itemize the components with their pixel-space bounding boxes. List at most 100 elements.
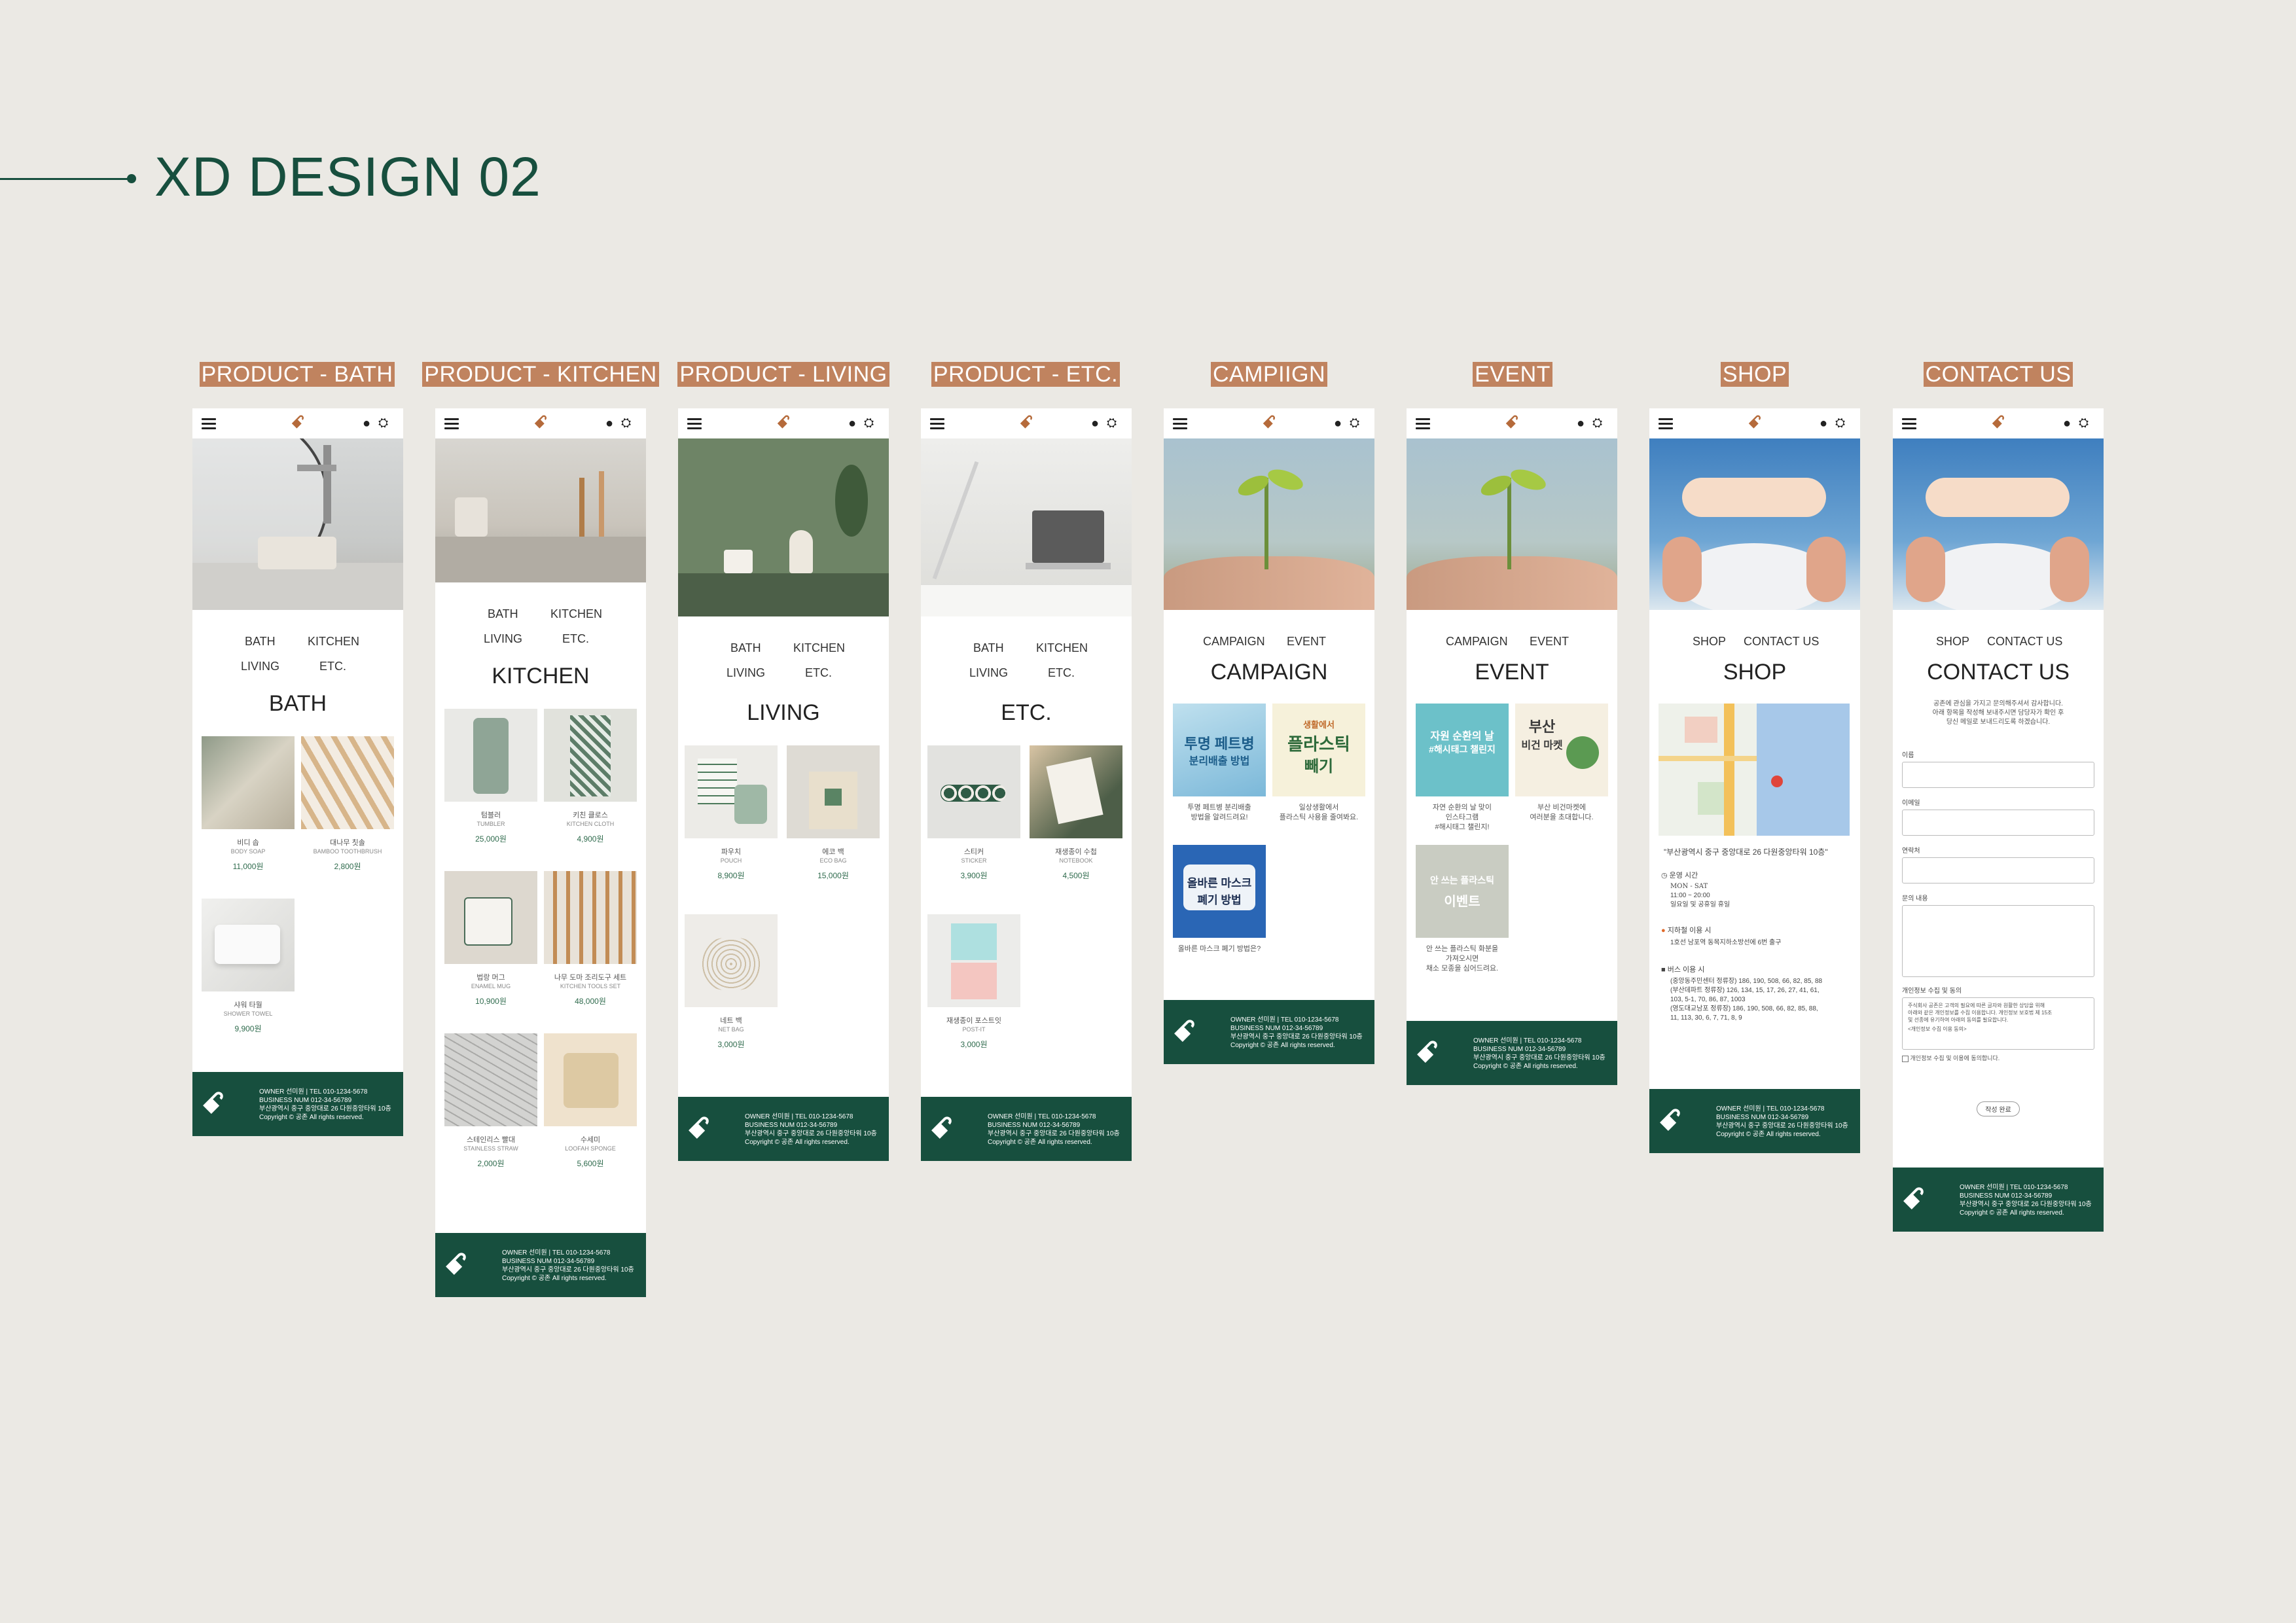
hamburger-icon[interactable]: [687, 418, 702, 429]
product-en: SHOWER TOWEL: [223, 1010, 273, 1017]
product-price: 15,000원: [817, 871, 849, 880]
cat-bath[interactable]: BATH: [245, 635, 276, 649]
basket-icon[interactable]: ⛭: [378, 417, 393, 430]
shop-map[interactable]: [1659, 704, 1860, 836]
hamburger-icon[interactable]: [202, 418, 216, 429]
product-card[interactable]: 네트 백 NET BAG 3,000원: [685, 914, 778, 1050]
cat-living[interactable]: LIVING: [969, 666, 1008, 680]
person-icon[interactable]: ●: [1091, 417, 1103, 430]
product-card[interactable]: 파우치 POUCH 8,900원: [685, 745, 778, 881]
poster-caption: 안 쓰는 플라스틱 화분을 가져오시면 채소 모종을 심어드려요.: [1426, 945, 1499, 972]
person-icon[interactable]: ●: [605, 417, 617, 430]
logo-icon[interactable]: ꗃ: [524, 412, 557, 434]
person-icon[interactable]: ●: [848, 417, 860, 430]
person-icon[interactable]: ●: [1334, 417, 1346, 430]
cat-etc[interactable]: ETC.: [319, 660, 346, 673]
nav-campaign[interactable]: CAMPAIGN: [1446, 635, 1508, 649]
product-card[interactable]: 재생종이 수첩 NOTEBOOK 4,500원: [1030, 745, 1122, 881]
person-icon[interactable]: ●: [1577, 417, 1588, 430]
product-card[interactable]: 스티커 STICKER 3,900원: [927, 745, 1020, 881]
basket-icon[interactable]: ⛭: [621, 417, 636, 430]
product-card[interactable]: 재생종이 포스트잇 POST-IT 3,000원: [927, 914, 1020, 1050]
product-card[interactable]: 스테인리스 빨대 STAINLESS STRAW 2,000원: [444, 1033, 537, 1169]
campaign-card[interactable]: 투명 페트병 분리배출 방법 투명 페트병 분리배출 방법을 알려드려요!: [1173, 704, 1266, 823]
cat-bath[interactable]: BATH: [973, 641, 1004, 655]
logo-icon[interactable]: ꗃ: [767, 412, 800, 434]
logo-icon[interactable]: ꗃ: [1738, 412, 1771, 434]
hero-image: [435, 438, 646, 582]
product-name: 샤워 타월: [234, 1001, 262, 1009]
event-card[interactable]: 부산 비건 마켓 부산 비건마켓에 여러분을 초대합니다.: [1515, 704, 1608, 823]
nav-contact[interactable]: CONTACT US: [1987, 635, 2062, 649]
nav-event[interactable]: EVENT: [1287, 635, 1326, 649]
person-icon[interactable]: ●: [1820, 417, 1831, 430]
product-en: TUMBLER: [476, 821, 505, 827]
person-icon[interactable]: ●: [363, 417, 374, 430]
poster-caption: 부산 비건마켓에 여러분을 초대합니다.: [1530, 804, 1594, 821]
person-icon[interactable]: ●: [2063, 417, 2075, 430]
logo-icon[interactable]: ꗃ: [1010, 412, 1043, 434]
logo-icon[interactable]: ꗃ: [1253, 412, 1285, 434]
product-name: 나무 도마 조리도구 세트: [554, 974, 627, 982]
cat-kitchen[interactable]: KITCHEN: [308, 635, 359, 649]
event-card[interactable]: 안 쓰는 플라스틱 이벤트 안 쓰는 플라스틱 화분을 가져오시면 채소 모종을 심…: [1416, 845, 1509, 974]
nav-shop[interactable]: SHOP: [1693, 635, 1726, 649]
campaign-card[interactable]: 생활에서 플라스틱 빼기 일상생활에서 플라스틱 사용을 줄여봐요.: [1272, 704, 1365, 823]
product-card[interactable]: 나무 도마 조리도구 세트 KITCHEN TOOLS SET 48,000원: [544, 871, 637, 1007]
cat-etc[interactable]: ETC.: [1048, 666, 1075, 680]
logo-icon[interactable]: ꗃ: [1982, 412, 2015, 434]
email-field[interactable]: [1902, 810, 2094, 836]
campaign-card[interactable]: 올바른 마스크 폐기 방법 올바른 마스크 폐기 방법은?: [1173, 845, 1266, 954]
basket-icon[interactable]: ⛭: [864, 417, 878, 430]
logo-icon[interactable]: ꗃ: [1496, 412, 1528, 434]
cat-kitchen[interactable]: KITCHEN: [1036, 641, 1088, 655]
product-card[interactable]: 비디 솝 BODY SOAP 11,000원: [202, 736, 295, 872]
nav-campaign[interactable]: CAMPAIGN: [1203, 635, 1265, 649]
cat-kitchen[interactable]: KITCHEN: [550, 607, 602, 621]
name-field[interactable]: [1902, 762, 2094, 788]
cat-living[interactable]: LIVING: [484, 632, 522, 646]
cat-living[interactable]: LIVING: [726, 666, 765, 680]
poster-grid: 투명 페트병 분리배출 방법 투명 페트병 분리배출 방법을 알려드려요! 생활에…: [1164, 704, 1374, 978]
hamburger-icon[interactable]: [1416, 418, 1430, 429]
product-card[interactable]: 텀블러 TUMBLER 25,000원: [444, 709, 537, 844]
basket-icon[interactable]: ⛭: [1835, 417, 1850, 430]
cat-living[interactable]: LIVING: [241, 660, 279, 673]
message-field[interactable]: [1902, 905, 2094, 977]
logo-icon[interactable]: ꗃ: [281, 412, 314, 434]
product-price: 3,000원: [960, 1040, 988, 1049]
hamburger-icon[interactable]: [444, 418, 459, 429]
cat-etc[interactable]: ETC.: [562, 632, 589, 646]
hamburger-icon[interactable]: [930, 418, 944, 429]
hamburger-icon[interactable]: [1173, 418, 1187, 429]
agree-row[interactable]: 개인정보 수집 및 이용에 동의합니다.: [1902, 1054, 2094, 1062]
top-nav: ꗃ ● ⛭: [921, 408, 1132, 438]
product-card[interactable]: 대나무 칫솔 BAMBOO TOOTHBRUSH 2,800원: [301, 736, 394, 872]
hamburger-icon[interactable]: [1902, 418, 1916, 429]
basket-icon[interactable]: ⛭: [2079, 417, 2093, 430]
basket-icon[interactable]: ⛭: [1592, 417, 1607, 430]
event-card[interactable]: 자원 순환의 날 #해시태그 챌린지 자연 순환의 날 맞이 인스타그램 #해시태그…: [1416, 704, 1509, 832]
hamburger-icon[interactable]: [1659, 418, 1673, 429]
phone-field[interactable]: [1902, 857, 2094, 883]
privacy-textarea[interactable]: 주식회사 공존은 고객의 필요에 따른 글자와 원활한 상담을 위해 아래와 같은…: [1902, 997, 2094, 1050]
nav-event[interactable]: EVENT: [1530, 635, 1569, 649]
nav-contact[interactable]: CONTACT US: [1744, 635, 1819, 649]
cat-bath[interactable]: BATH: [730, 641, 761, 655]
basket-icon[interactable]: ⛭: [1350, 417, 1364, 430]
agree-checkbox[interactable]: [1902, 1055, 1909, 1062]
section-title: CONTACT US: [1927, 660, 2070, 685]
product-price: 2,800원: [334, 862, 361, 871]
product-card[interactable]: 수세미 LOOFAH SPONGE 5,600원: [544, 1033, 637, 1169]
product-card[interactable]: 에코 백 ECO BAG 15,000원: [787, 745, 880, 881]
cat-etc[interactable]: ETC.: [805, 666, 832, 680]
nav-shop[interactable]: SHOP: [1936, 635, 1969, 649]
basket-icon[interactable]: ⛭: [1107, 417, 1121, 430]
product-card[interactable]: 샤워 타월 SHOWER TOWEL 9,900원: [202, 899, 295, 1034]
cat-kitchen[interactable]: KITCHEN: [793, 641, 845, 655]
footer: ꗃ OWNER 선미원 | TEL 010-1234-5678 BUSINESS …: [192, 1072, 403, 1136]
cat-bath[interactable]: BATH: [488, 607, 518, 621]
product-card[interactable]: 키친 클로스 KITCHEN CLOTH 4,900원: [544, 709, 637, 844]
product-card[interactable]: 법랑 머그 ENAMEL MUG 10,900원: [444, 871, 537, 1007]
submit-button[interactable]: 작성 완료: [1977, 1101, 2020, 1116]
